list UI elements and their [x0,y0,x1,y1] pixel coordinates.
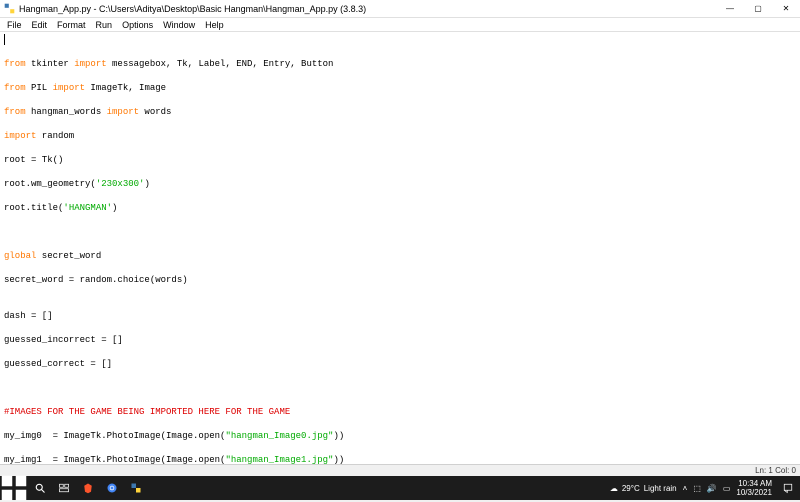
code-line: secret_word = random.choice(words) [4,274,796,286]
taskbar-app-idle-icon[interactable] [124,476,148,500]
code-line: from tkinter import messagebox, Tk, Labe… [4,58,796,70]
statusbar: Ln: 1 Col: 0 [0,464,800,476]
weather-widget[interactable]: ☁ 29°C Light rain [610,484,677,493]
menu-format[interactable]: Format [52,20,91,30]
maximize-button[interactable]: ▢ [744,0,772,18]
code-line: my_img0 = ImageTk.PhotoImage(Image.open(… [4,430,796,442]
code-line: dash = [] [4,310,796,322]
weather-temp: 29°C [622,484,640,493]
code-line: my_img1 = ImageTk.PhotoImage(Image.open(… [4,454,796,464]
code-line: #IMAGES FOR THE GAME BEING IMPORTED HERE… [4,406,796,418]
menu-window[interactable]: Window [158,20,200,30]
tray-battery-icon[interactable]: ▭ [723,484,731,493]
weather-icon: ☁ [610,484,618,493]
system-tray[interactable]: ˄ ⬚ 🔊 ▭ [677,484,737,493]
start-button[interactable] [0,476,28,500]
code-line: global secret_word [4,250,796,262]
tray-volume-icon[interactable]: 🔊 [707,484,717,493]
taskbar-app-chrome-icon[interactable] [100,476,124,500]
code-line: root.title('HANGMAN') [4,202,796,214]
code-editor[interactable]: from tkinter import messagebox, Tk, Labe… [0,32,800,464]
notifications-icon[interactable] [776,476,800,500]
app-icon [4,3,15,14]
menubar: File Edit Format Run Options Window Help [0,18,800,32]
clock-time: 10:34 AM [736,479,772,488]
menu-run[interactable]: Run [91,20,118,30]
task-view-icon[interactable] [52,476,76,500]
window-title: Hangman_App.py - C:\Users\Aditya\Desktop… [19,4,716,14]
code-line: from hangman_words import words [4,106,796,118]
taskbar[interactable]: ☁ 29°C Light rain ˄ ⬚ 🔊 ▭ 10:34 AM 10/3/… [0,476,800,500]
menu-options[interactable]: Options [117,20,158,30]
tray-network-icon[interactable]: ⬚ [693,484,701,493]
menu-file[interactable]: File [2,20,27,30]
minimize-button[interactable]: — [716,0,744,18]
code-line: guessed_incorrect = [] [4,334,796,346]
cursor-position: Ln: 1 Col: 0 [755,466,796,475]
taskbar-clock[interactable]: 10:34 AM 10/3/2021 [736,479,776,497]
menu-edit[interactable]: Edit [27,20,53,30]
titlebar[interactable]: Hangman_App.py - C:\Users\Aditya\Desktop… [0,0,800,18]
menu-help[interactable]: Help [200,20,229,30]
search-icon[interactable] [28,476,52,500]
close-button[interactable]: ✕ [772,0,800,18]
code-line: guessed_correct = [] [4,358,796,370]
code-line: root.wm_geometry('230x300') [4,178,796,190]
code-line: root = Tk() [4,154,796,166]
weather-text: Light rain [644,484,677,493]
text-cursor [4,34,5,45]
tray-chevron-up-icon[interactable]: ˄ [683,484,688,493]
clock-date: 10/3/2021 [736,488,772,497]
code-line: import random [4,130,796,142]
taskbar-app-brave-icon[interactable] [76,476,100,500]
code-line: from PIL import ImageTk, Image [4,82,796,94]
